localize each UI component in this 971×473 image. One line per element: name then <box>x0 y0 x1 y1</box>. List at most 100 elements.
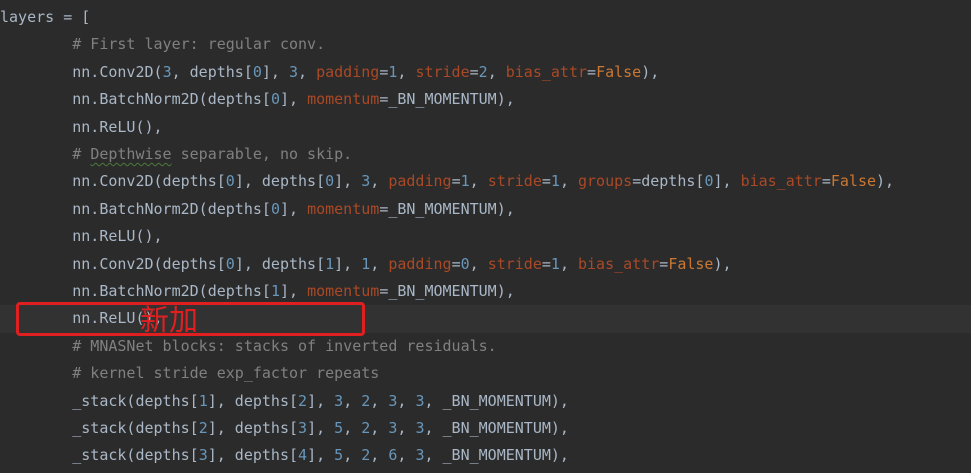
code-token: , <box>559 254 578 273</box>
code-token: ], <box>307 446 335 465</box>
code-token: nn.BatchNorm2D(depths[ <box>72 282 271 300</box>
code-token: 1 <box>550 254 560 273</box>
code-token: padding <box>388 172 452 191</box>
code-token: _stack(depths[ <box>72 446 199 465</box>
code-token: momentum <box>307 282 380 300</box>
code-token: ], <box>307 419 335 437</box>
code-token: , _BN_MOMENTUM), <box>424 391 569 410</box>
code-token: ], depths[ <box>207 446 299 465</box>
code-token: , <box>397 391 416 410</box>
code-token: _stack(depths[ <box>72 391 199 410</box>
code-token: nn.BatchNorm2D(depths[ <box>72 199 271 218</box>
code-editor[interactable]: layers = [ # First layer: regular conv. … <box>0 0 971 473</box>
code-token: 0 <box>325 172 335 191</box>
code-line[interactable]: nn.Conv2D(depths[0], depths[1], 1, paddi… <box>0 251 971 278</box>
code-token: ), <box>713 254 732 273</box>
code-token: # kernel stride exp_factor repeats <box>72 364 380 383</box>
code-token: , <box>397 446 416 465</box>
code-token: 2 <box>361 391 371 410</box>
code-token: , _BN_MOMENTUM), <box>424 419 569 437</box>
code-token: padding <box>388 254 452 273</box>
code-token: # <box>72 145 91 163</box>
code-token: False <box>830 172 877 191</box>
code-token: 1 <box>325 254 335 273</box>
code-token: stride <box>415 62 470 81</box>
code-token: bias_attr <box>505 62 588 81</box>
code-line[interactable]: # First layer: regular conv. <box>0 31 971 58</box>
code-line[interactable]: _stack(depths[3], depths[4], 5, 2, 6, 3,… <box>0 442 971 469</box>
code-token: , <box>487 62 506 81</box>
code-token: nn.BatchNorm2D(depths[ <box>72 90 271 109</box>
code-token: 3 <box>289 62 299 81</box>
code-token: ], <box>307 391 335 410</box>
code-token: 1 <box>550 172 560 191</box>
code-token: nn.Conv2D(depths[ <box>72 254 226 273</box>
code-token: , <box>343 446 362 465</box>
code-token: bias_attr <box>740 172 822 191</box>
code-line[interactable]: nn.BatchNorm2D(depths[0], momentum=_BN_M… <box>0 196 971 223</box>
code-token: = <box>379 199 389 218</box>
code-token: , <box>559 172 578 191</box>
code-token: stride <box>487 254 542 273</box>
code-token: , <box>370 254 389 273</box>
code-token: ], depths[ <box>234 254 326 273</box>
code-line[interactable]: nn.ReLU(), <box>0 114 971 141</box>
code-token: _BN_MOMENTUM), <box>388 90 515 109</box>
code-line[interactable]: nn.BatchNorm2D(depths[0], momentum=_BN_M… <box>0 86 971 113</box>
code-line[interactable]: _stack(depths[2], depths[3], 5, 2, 3, 3,… <box>0 415 971 442</box>
code-token: momentum <box>307 199 380 218</box>
code-token: , <box>469 254 488 273</box>
code-token: = <box>451 172 461 191</box>
code-token: 5 <box>334 419 344 437</box>
code-token: ), <box>876 172 895 191</box>
code-token: _BN_MOMENTUM), <box>388 199 515 218</box>
code-token: nn.Conv2D( <box>72 62 163 81</box>
code-token: 0 <box>225 254 235 273</box>
code-line[interactable]: nn.Conv2D(3, depths[0], 3, padding=1, st… <box>0 59 971 86</box>
code-token: ], <box>279 282 308 300</box>
code-token: , <box>343 419 362 437</box>
code-token: , _BN_MOMENTUM), <box>424 446 569 465</box>
code-token: ], depths[ <box>234 172 326 191</box>
code-line[interactable]: # Depthwise separable, no skip. <box>0 141 971 168</box>
code-token: 0 <box>460 254 470 273</box>
code-token: = <box>821 172 831 191</box>
code-token: ], <box>713 172 741 191</box>
code-token: 2 <box>478 62 488 81</box>
code-line[interactable]: nn.ReLU(), <box>0 223 971 250</box>
code-line[interactable]: layers = [ <box>0 4 971 31</box>
code-token: , <box>397 419 416 437</box>
code-token: 3 <box>198 446 208 465</box>
code-token: 0 <box>252 62 262 81</box>
code-token: momentum <box>307 90 380 109</box>
code-token: ], <box>279 199 308 218</box>
code-token: _BN_MOMENTUM), <box>388 282 515 300</box>
code-token: 1 <box>361 254 371 273</box>
code-line[interactable]: nn.Conv2D(depths[0], depths[0], 3, paddi… <box>0 168 971 195</box>
code-token: = <box>469 62 479 81</box>
code-token: separable, no skip. <box>171 145 353 163</box>
code-line[interactable]: _stack(depths[1], depths[2], 3, 2, 3, 3,… <box>0 388 971 415</box>
code-token: , <box>343 391 362 410</box>
code-token: = <box>379 90 389 109</box>
code-token: = <box>632 172 642 191</box>
code-token: = <box>379 282 389 300</box>
code-token: ], depths[ <box>207 419 299 437</box>
code-line[interactable]: # kernel stride exp_factor repeats <box>0 360 971 387</box>
code-token: 1 <box>460 172 470 191</box>
code-token: ], <box>279 90 308 109</box>
code-token: = <box>659 254 669 273</box>
code-token: layers = [ <box>0 8 91 26</box>
code-token: ], depths[ <box>207 391 299 410</box>
code-token: 4 <box>298 446 308 465</box>
